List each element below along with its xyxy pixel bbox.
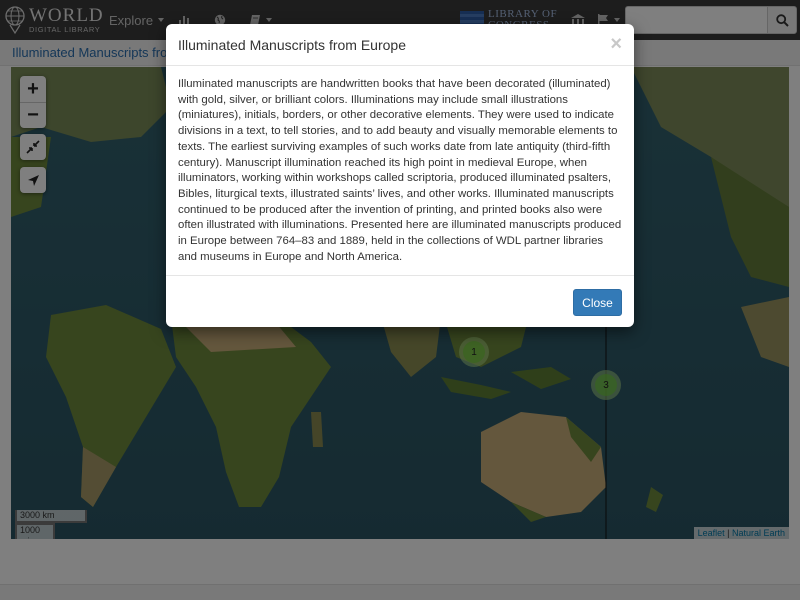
close-button[interactable]: Close <box>573 289 622 316</box>
modal-title: Illuminated Manuscripts from Europe <box>178 37 406 53</box>
close-icon[interactable]: × <box>610 34 622 54</box>
description-modal: Illuminated Manuscripts from Europe × Il… <box>166 24 634 327</box>
modal-header: Illuminated Manuscripts from Europe × <box>166 24 634 66</box>
modal-body-text: Illuminated manuscripts are handwritten … <box>178 78 622 263</box>
modal-footer: Close <box>166 275 634 327</box>
